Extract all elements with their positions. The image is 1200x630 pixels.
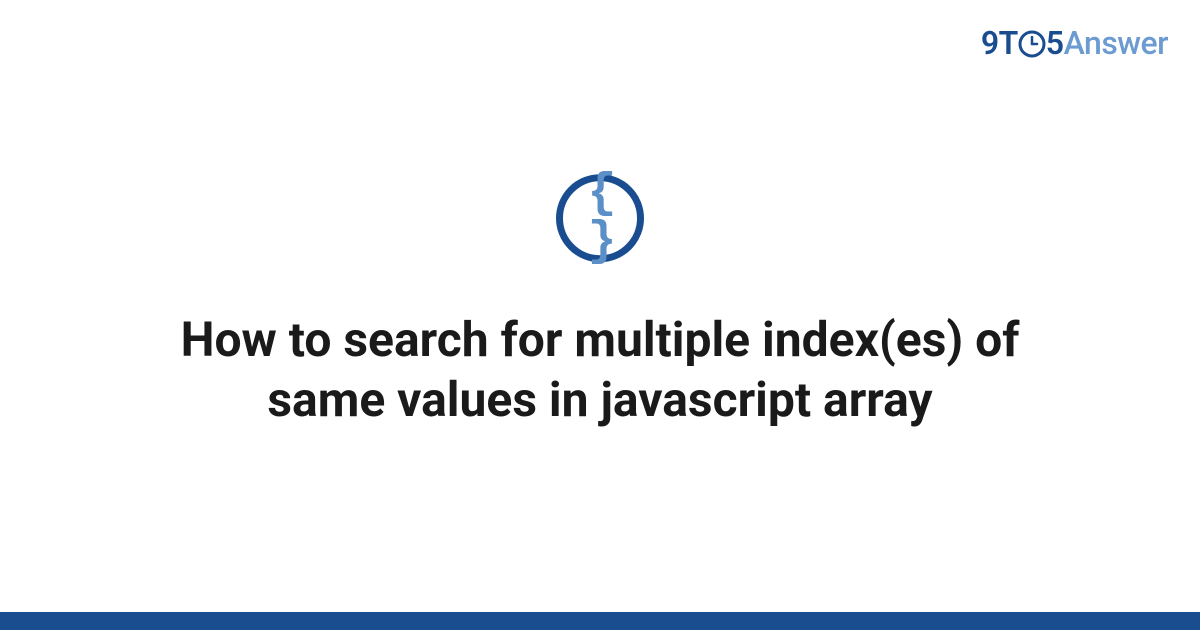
logo-text-5: 5 bbox=[1046, 24, 1064, 62]
logo-text-9t: 9T bbox=[981, 24, 1018, 62]
main-content: { } How to search for multiple index(es)… bbox=[0, 174, 1200, 430]
braces-icon: { } bbox=[563, 170, 637, 266]
category-icon-circle: { } bbox=[556, 174, 644, 262]
logo-text-answer: Answer bbox=[1064, 24, 1168, 62]
site-logo: 9T 5Answer bbox=[981, 24, 1168, 62]
page-title: How to search for multiple index(es) of … bbox=[150, 310, 1050, 430]
logo-clock-icon bbox=[1018, 30, 1046, 58]
bottom-accent-bar bbox=[0, 612, 1200, 630]
